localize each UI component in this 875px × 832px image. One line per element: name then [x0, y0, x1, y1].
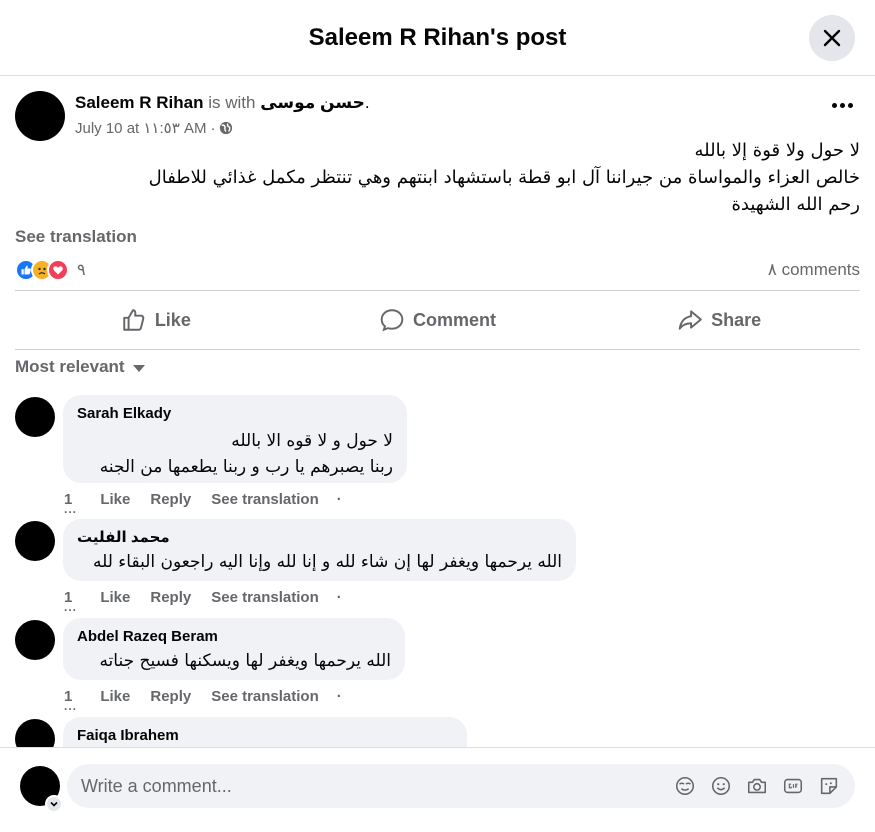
- avatar-sticker-icon[interactable]: [673, 774, 697, 798]
- comment-translate-link[interactable]: See translation: [211, 688, 319, 705]
- comment-text-line: الله يرحمها ويغفر لها إن شاء لله و إنا ل…: [92, 552, 562, 572]
- love-reaction-icon: [47, 259, 69, 281]
- camera-icon[interactable]: [745, 774, 769, 798]
- comment-bubble: Abdel Razeq Beram الله يرحمها ويغفر لها …: [63, 618, 405, 680]
- reaction-count[interactable]: ٩: [77, 260, 86, 280]
- composer-tools: [673, 774, 841, 798]
- comment-avatar[interactable]: [15, 397, 55, 437]
- post-body-line: رحم الله الشهيدة: [731, 194, 861, 215]
- comment-reply-button[interactable]: Reply: [150, 491, 191, 508]
- comment-actions: 1... Like Reply See translation ·: [64, 491, 342, 515]
- comment-reply-button[interactable]: Reply: [150, 688, 191, 705]
- reactions-row: ٩ ٨ comments: [15, 257, 860, 283]
- post-author-name[interactable]: Saleem R Rihan: [75, 93, 204, 112]
- post-body-line: خالص العزاء والمواساة من جيراننا آل ابو …: [148, 167, 860, 188]
- comment-text-line: الله يرحمها ويغفر لها ويسكنها فسيح جناته: [99, 651, 391, 671]
- comment-avatar[interactable]: [15, 719, 55, 747]
- comment-reply-button[interactable]: Reply: [150, 589, 191, 606]
- comment-input-placeholder: Write a comment...: [81, 775, 232, 796]
- post-tagged-person[interactable]: حسن موسى: [260, 93, 365, 112]
- post-more-button[interactable]: [832, 103, 853, 108]
- comment-time[interactable]: 1...: [64, 589, 76, 613]
- dialog-header: Saleem R Rihan's post: [0, 0, 875, 76]
- close-icon: [823, 29, 841, 47]
- comment-author[interactable]: Sarah Elkady: [77, 405, 393, 423]
- comment-bubble: Faiqa Ibrahem: [63, 717, 467, 747]
- emoji-icon[interactable]: [709, 774, 733, 798]
- comment-like-button[interactable]: Like: [100, 688, 130, 705]
- comment-separator: ·: [336, 589, 342, 606]
- like-button-label: Like: [154, 309, 191, 330]
- share-button[interactable]: Share: [578, 291, 860, 349]
- like-icon: [123, 309, 145, 331]
- author-avatar[interactable]: [15, 91, 65, 141]
- post-date-line: July 10 at ١١:٥٣ AM ·: [75, 119, 370, 137]
- comment-input[interactable]: Write a comment...: [67, 764, 855, 808]
- comment-translate-link[interactable]: See translation: [211, 589, 319, 606]
- comment-like-button[interactable]: Like: [100, 589, 130, 606]
- reaction-icons[interactable]: [15, 259, 69, 281]
- chevron-down-icon[interactable]: [45, 795, 63, 813]
- post-actions: Like Comment Share: [15, 290, 860, 350]
- comment-icon: [380, 309, 404, 332]
- share-button-label: Share: [711, 309, 762, 330]
- comments-count[interactable]: ٨ comments: [768, 260, 860, 280]
- comment-time[interactable]: 1...: [64, 688, 76, 712]
- caret-down-icon: [132, 364, 145, 372]
- gif-icon[interactable]: [781, 774, 805, 798]
- comment-author[interactable]: Faiqa Ibrahem: [77, 727, 453, 745]
- post-date[interactable]: July 10 at ١١:٥٣ AM: [75, 119, 206, 137]
- post-body-line: لا حول ولا قوة إلا بالله: [694, 140, 860, 161]
- comment-text-line: ربنا يصبرهم يا رب و ربنا يطعمها من الجنه: [99, 457, 393, 477]
- comment-button[interactable]: Comment: [297, 291, 579, 349]
- comment-bubble: محمد الفليت الله يرحمها ويغفر لها إن شاء…: [63, 519, 576, 581]
- comment-translate-link[interactable]: See translation: [211, 491, 319, 508]
- see-translation-link[interactable]: See translation: [15, 227, 137, 247]
- comment-text-line: لا حول و لا قوه الا بالله: [231, 431, 393, 451]
- comment-separator: ·: [336, 688, 342, 705]
- close-button[interactable]: [809, 15, 855, 61]
- post-header: Saleem R Rihan is with حسن موسى. July 10…: [15, 91, 370, 141]
- comment-separator: ·: [336, 491, 342, 508]
- post-with-text: is with: [208, 93, 256, 112]
- post-date-separator: ·: [210, 119, 216, 137]
- share-icon: [678, 310, 702, 330]
- comment-bubble: Sarah Elkady لا حول و لا قوه الا بالله ر…: [63, 395, 407, 483]
- post-author-line: Saleem R Rihan is with حسن موسى.: [75, 93, 370, 113]
- globe-icon: [220, 121, 233, 135]
- comment-author[interactable]: محمد الفليت: [77, 529, 562, 547]
- dialog-title: Saleem R Rihan's post: [308, 23, 567, 51]
- comment-button-label: Comment: [413, 309, 497, 330]
- comment-like-button[interactable]: Like: [100, 491, 130, 508]
- like-button[interactable]: Like: [15, 291, 297, 349]
- comment-actions: 1... Like Reply See translation ·: [64, 589, 342, 613]
- comment-avatar[interactable]: [15, 620, 55, 660]
- comment-composer: Write a comment...: [0, 747, 875, 832]
- sticker-icon[interactable]: [817, 774, 841, 798]
- comment-sort-dropdown[interactable]: Most relevant: [15, 357, 145, 377]
- post-meta: Saleem R Rihan is with حسن موسى. July 10…: [75, 93, 370, 141]
- comment-time[interactable]: 1...: [64, 491, 76, 515]
- post-tagged-suffix: .: [364, 93, 370, 112]
- post-body: لا حول ولا قوة إلا بالله خالص العزاء وال…: [15, 137, 860, 218]
- comment-actions: 1... Like Reply See translation ·: [64, 688, 342, 712]
- more-icon: [832, 103, 837, 108]
- post-scroll-area[interactable]: Saleem R Rihan is with حسن موسى. July 10…: [0, 77, 875, 747]
- comment-sort-label: Most relevant: [15, 357, 125, 376]
- comment-author[interactable]: Abdel Razeq Beram: [77, 628, 391, 646]
- comment-avatar[interactable]: [15, 521, 55, 561]
